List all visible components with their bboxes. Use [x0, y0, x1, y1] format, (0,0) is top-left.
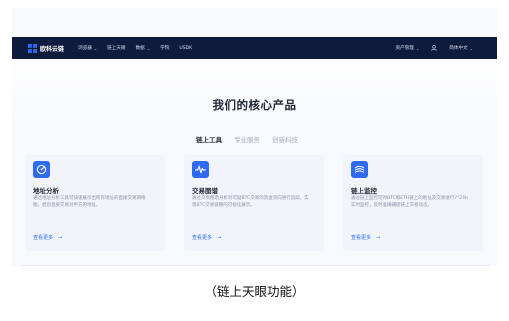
view-more-link[interactable]: 查看更多 →: [33, 234, 63, 242]
nav-item-label: 链上天眼: [107, 46, 126, 51]
product-card-address-analysis: 地址分析 通过地址分析工具可快速展示出所有地址的直接交易网络图，尝您直接交易对手…: [25, 155, 165, 251]
nav-right-group: 资产管理 ⌄ 简体中文 ⌄: [384, 37, 473, 59]
top-navbar: 欧科云链 浏览器 ⌄ 链上天眼 数据 ⌄ 学院 USDK 资产管理 ⌄ 简体中文…: [12, 37, 497, 59]
view-more-label: 查看更多: [351, 235, 372, 241]
arrow-right-icon: →: [376, 234, 381, 241]
nav-item-browser[interactable]: 浏览器 ⌄: [78, 45, 98, 52]
view-more-label: 查看更多: [192, 235, 213, 241]
card-description: 通过交易图谱分析对可疑BTC交易的资金流向进行追踪，实现BTC交易链路的可视化展…: [192, 196, 309, 208]
brand-cube-icon: [28, 43, 37, 53]
product-card-chain-monitoring: 链上监控 通过链上监控可对BTC和ETH链上的地址及交易进行7*24h实时监控，…: [343, 155, 483, 251]
language-switcher[interactable]: 简体中文 ⌄: [449, 45, 473, 52]
card-icon-badge: [192, 161, 209, 178]
view-more-label: 查看更多: [33, 235, 54, 241]
tab-chain-tools[interactable]: 链上工具: [196, 134, 222, 144]
arrow-right-icon: →: [58, 234, 63, 241]
view-more-link[interactable]: 查看更多 →: [351, 234, 381, 242]
card-description: 通过地址分析工具可快速展示出所有地址的直接交易网络图，尝您直接交易对手方的地址。: [33, 196, 146, 208]
chevron-down-icon: ⌄: [146, 45, 151, 51]
card-title: 地址分析: [33, 187, 59, 195]
pulse-icon: [195, 165, 206, 174]
nav-item-chain-eye[interactable]: 链上天眼: [107, 45, 125, 51]
website-screenshot: 欧科云链 浏览器 ⌄ 链上天眼 数据 ⌄ 学院 USDK 资产管理 ⌄ 简体中文…: [12, 8, 497, 266]
asset-management-label: 资产管理: [395, 46, 414, 51]
user-icon[interactable]: [431, 45, 437, 51]
nav-item-label: 浏览器: [78, 46, 92, 51]
chevron-down-icon: ⌄: [93, 45, 98, 51]
brand-logo[interactable]: 欧科云链: [28, 43, 65, 53]
main-menu: 浏览器 ⌄ 链上天眼 数据 ⌄ 学院 USDK: [78, 45, 202, 52]
nav-item-label: 学院: [160, 46, 170, 51]
product-card-transaction-graph: 交易图谱 通过交易图谱分析对可疑BTC交易的资金流向进行追踪，实现BTC交易链路…: [184, 155, 324, 251]
tab-innovation-tech[interactable]: 创新科技: [272, 134, 298, 144]
asset-management-menu[interactable]: 资产管理 ⌄: [395, 45, 420, 52]
product-tabs: 链上工具 专业服务 创新科技: [196, 134, 310, 144]
card-title: 链上监控: [351, 187, 377, 195]
card-title: 交易图谱: [192, 187, 218, 195]
nav-item-label: USDK: [179, 45, 193, 51]
bottom-divider: [20, 265, 490, 266]
view-more-link[interactable]: 查看更多 →: [192, 234, 222, 242]
section-title: 我们的核心产品: [212, 98, 297, 112]
chevron-down-icon: ⌄: [469, 45, 473, 51]
speedometer-icon: [36, 164, 47, 175]
language-label: 简体中文: [449, 46, 468, 51]
brand-name: 欧科云链: [40, 45, 65, 53]
card-icon-badge: [33, 161, 50, 178]
monitor-waves-icon: [354, 165, 365, 173]
arrow-right-icon: →: [217, 234, 222, 241]
nav-item-label: 数据: [135, 46, 145, 51]
nav-item-academy[interactable]: 学院: [160, 45, 169, 51]
card-icon-badge: [351, 161, 368, 178]
tab-professional-services[interactable]: 专业服务: [234, 134, 260, 144]
nav-item-data[interactable]: 数据 ⌄: [135, 45, 151, 52]
figure-caption: （链上天眼功能）: [204, 284, 305, 299]
nav-item-usdk[interactable]: USDK: [179, 46, 192, 51]
card-description: 通过链上监控可对BTC和ETH链上的地址及交易进行7*24h实时监控，及时准确捕…: [351, 196, 468, 208]
chevron-down-icon: ⌄: [415, 45, 420, 51]
